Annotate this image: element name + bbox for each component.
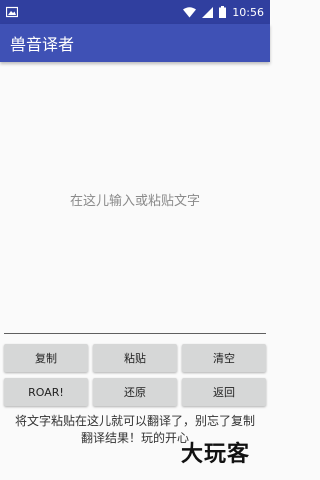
clock-time: 10:56 <box>232 5 264 19</box>
input-underline <box>4 333 266 334</box>
battery-icon <box>219 6 227 18</box>
roar-button[interactable]: ROAR! <box>4 378 88 406</box>
wifi-icon <box>183 6 197 18</box>
clear-button[interactable]: 清空 <box>182 344 266 372</box>
hint-line-1: 将文字粘贴在这儿就可以翻译了，别忘了复制 <box>14 414 255 428</box>
image-icon <box>6 6 18 18</box>
status-bar: 10:56 <box>0 0 270 24</box>
watermark-logo: 大玩客 <box>180 441 250 467</box>
paste-button[interactable]: 粘贴 <box>93 344 177 372</box>
app-bar: 兽音译者 <box>0 24 270 62</box>
input-placeholder: 在这儿输入或粘贴文字 <box>69 194 200 209</box>
text-input[interactable]: 在这儿输入或粘贴文字 <box>4 62 266 334</box>
back-button[interactable]: 返回 <box>182 378 266 406</box>
app-title: 兽音译者 <box>10 35 75 54</box>
restore-button[interactable]: 还原 <box>93 378 177 406</box>
copy-button[interactable]: 复制 <box>4 344 88 372</box>
cellular-icon <box>202 6 214 18</box>
button-grid: 复制 粘贴 清空 ROAR! 还原 返回 <box>4 344 266 406</box>
